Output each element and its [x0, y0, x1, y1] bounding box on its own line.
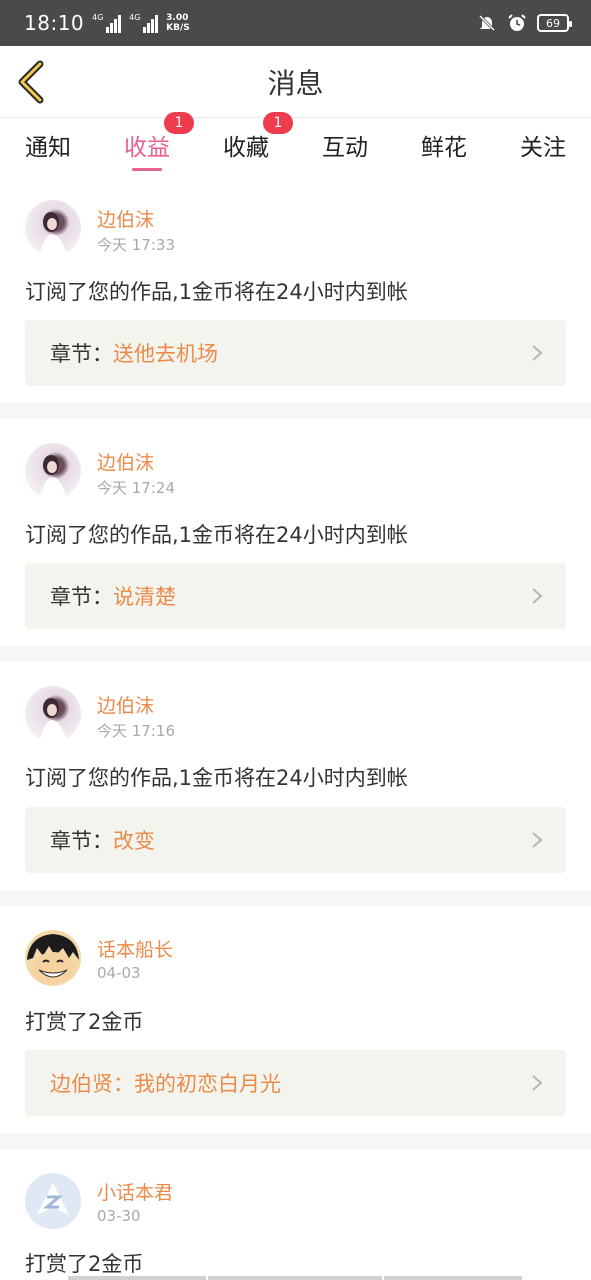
page-title: 消息 — [267, 66, 324, 100]
tab-earnings[interactable]: 收益 1 — [107, 112, 194, 171]
user-name[interactable]: 边伯沫 — [97, 205, 154, 232]
divider — [0, 646, 591, 662]
active-tab-indicator — [132, 168, 162, 171]
signal-icon-1: 4G — [92, 13, 122, 33]
status-time: 18:10 — [24, 11, 85, 35]
status-bar: 18:10 4G 4G 3.00 KB/S 69 — [0, 0, 591, 46]
message-text: 打赏了2金币 — [25, 1252, 144, 1276]
nav-hint-bar — [384, 1276, 522, 1280]
avatar[interactable] — [25, 1173, 81, 1229]
timestamp: 今天 17:33 — [97, 236, 175, 254]
chapter-link[interactable]: 章节： 改变 — [25, 807, 566, 873]
chapter-title: 送他去机场 — [113, 342, 218, 366]
back-button[interactable] — [14, 60, 50, 104]
message-text: 打赏了2金币 — [25, 1010, 144, 1034]
tab-following[interactable]: 关注 — [503, 128, 583, 162]
user-name[interactable]: 话本船长 — [97, 935, 173, 962]
tab-flowers[interactable]: 鲜花 — [404, 128, 484, 162]
message-text: 订阅了您的作品,1金币将在24小时内到帐 — [25, 766, 408, 790]
earnings-badge: 1 — [164, 112, 194, 134]
user-name[interactable]: 边伯沫 — [97, 448, 154, 475]
chapter-title: 说清楚 — [113, 585, 176, 609]
tab-favorites[interactable]: 收藏 1 — [206, 112, 293, 162]
chevron-right-icon — [532, 1075, 543, 1091]
work-title: 边伯贤：我的初恋白月光 — [50, 1072, 281, 1096]
chevron-right-icon — [532, 588, 543, 604]
user-name[interactable]: 边伯沫 — [97, 691, 154, 718]
user-name[interactable]: 小话本君 — [97, 1178, 173, 1205]
signal-icon-2: 4G — [129, 13, 159, 33]
message-text: 订阅了您的作品,1金币将在24小时内到帐 — [25, 280, 408, 304]
network-speed: 3.00 KB/S — [166, 13, 190, 33]
header-bar: 消息 — [0, 46, 591, 118]
chapter-link[interactable]: 章节： 说清楚 — [25, 563, 566, 629]
tab-interactions[interactable]: 互动 — [305, 128, 385, 162]
chapter-label: 章节： — [50, 342, 113, 366]
avatar[interactable] — [25, 930, 81, 986]
timestamp: 03-30 — [97, 1207, 141, 1225]
nav-hint-bar — [208, 1276, 382, 1280]
divider — [0, 403, 591, 419]
chapter-label: 章节： — [50, 585, 113, 609]
chapter-title: 改变 — [113, 829, 155, 853]
timestamp: 今天 17:24 — [97, 479, 175, 497]
work-link[interactable]: 边伯贤：我的初恋白月光 — [25, 1050, 566, 1116]
timestamp: 04-03 — [97, 964, 141, 982]
chapter-link[interactable]: 章节： 送他去机场 — [25, 320, 566, 386]
chevron-right-icon — [532, 345, 543, 361]
alarm-icon — [507, 13, 527, 33]
avatar[interactable] — [25, 200, 81, 256]
mute-bell-icon — [477, 13, 497, 33]
chevron-right-icon — [532, 832, 543, 848]
tab-notifications[interactable]: 通知 — [8, 128, 88, 162]
avatar[interactable] — [25, 443, 81, 499]
nav-hint-bar — [68, 1276, 206, 1280]
timestamp: 今天 17:16 — [97, 722, 175, 740]
chapter-label: 章节： — [50, 829, 113, 853]
battery-icon: 69 — [537, 14, 572, 32]
message-text: 订阅了您的作品,1金币将在24小时内到帐 — [25, 523, 408, 547]
favorites-badge: 1 — [263, 112, 293, 134]
divider — [0, 1133, 591, 1149]
avatar[interactable] — [25, 686, 81, 742]
divider — [0, 890, 591, 906]
tab-bar: 通知 收益 1 收藏 1 互动 鲜花 关注 — [0, 112, 591, 174]
